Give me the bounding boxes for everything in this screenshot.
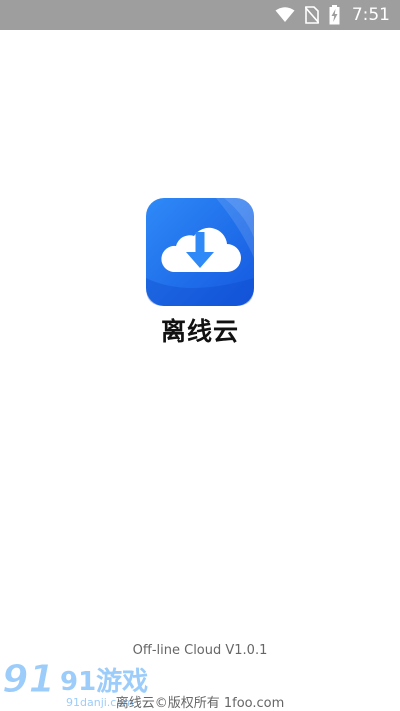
- splash-screen: 7:51 离线云 Off-line Cloud V1.0.1 91 91游戏 9…: [0, 0, 400, 711]
- copyright-text: 离线云©版权所有 1foo.com: [115, 696, 285, 711]
- status-time: 7:51: [351, 5, 390, 25]
- status-bar: 7:51: [0, 0, 400, 30]
- battery-charging-icon: [329, 5, 340, 25]
- app-name: 离线云: [160, 317, 239, 346]
- no-sim-icon: [304, 6, 319, 24]
- app-icon: [146, 198, 254, 306]
- status-icons: 7:51: [275, 0, 390, 30]
- wifi-icon: [275, 7, 295, 22]
